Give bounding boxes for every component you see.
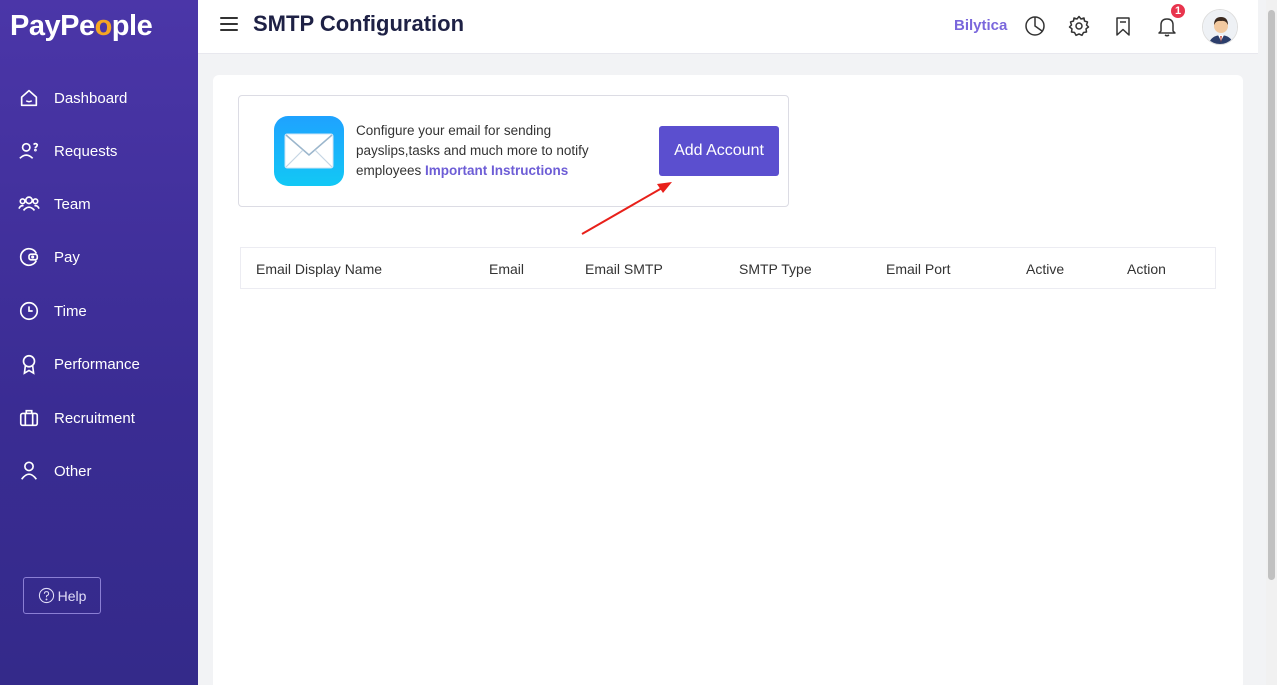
column-header-email[interactable]: Email (489, 261, 524, 277)
page-title: SMTP Configuration (253, 11, 465, 36)
main-content-card: Configure your email for sending payslip… (213, 75, 1243, 685)
sidebar: PayPeople Dashboard Requests Team Pay Ti… (0, 0, 198, 685)
info-text: Configure your email for sending payslip… (356, 121, 626, 181)
sidebar-item-performance[interactable]: Performance (18, 349, 188, 379)
sidebar-item-label: Time (54, 302, 87, 320)
scrollbar-thumb[interactable] (1268, 10, 1275, 580)
add-account-button[interactable]: Add Account (659, 126, 779, 176)
avatar[interactable] (1202, 9, 1238, 45)
column-header-smtp-type[interactable]: SMTP Type (739, 261, 812, 277)
home-icon (20, 89, 38, 107)
sidebar-item-label: Performance (54, 355, 140, 373)
hamburger-menu-icon[interactable] (220, 17, 238, 35)
sidebar-item-dashboard[interactable]: Dashboard (18, 83, 188, 113)
team-icon (18, 196, 40, 211)
column-header-active[interactable]: Active (1026, 261, 1064, 277)
help-button[interactable]: Help (23, 577, 101, 614)
company-name[interactable]: Bilytica (954, 17, 1007, 34)
sidebar-item-label: Team (54, 195, 91, 213)
column-header-action[interactable]: Action (1127, 261, 1166, 277)
briefcase-icon (19, 409, 39, 427)
bookmark-icon[interactable] (1111, 14, 1135, 38)
sidebar-item-requests[interactable]: Requests (18, 136, 188, 166)
notification-badge: 1 (1169, 2, 1187, 20)
sidebar-item-label: Pay (54, 248, 80, 266)
sidebar-item-pay[interactable]: Pay (18, 242, 188, 272)
smtp-accounts-table: Email Display Name Email Email SMTP SMTP… (240, 247, 1216, 289)
sidebar-item-label: Other (54, 462, 92, 480)
clock-icon (19, 301, 39, 321)
column-header-email-display-name[interactable]: Email Display Name (256, 261, 382, 277)
sidebar-item-other[interactable]: Other (18, 456, 188, 486)
sidebar-item-label: Recruitment (54, 409, 135, 427)
top-bar: SMTP Configuration Bilytica 1 (198, 0, 1258, 54)
mail-app-icon (274, 116, 344, 186)
column-header-email-smtp[interactable]: Email SMTP (585, 261, 663, 277)
gear-icon[interactable] (1067, 14, 1091, 38)
sidebar-item-label: Requests (54, 142, 118, 160)
important-instructions-link[interactable]: Important Instructions (425, 163, 568, 178)
award-icon (22, 354, 36, 375)
user-icon (20, 461, 38, 480)
sidebar-item-recruitment[interactable]: Recruitment (18, 403, 188, 433)
email-config-info-box: Configure your email for sending payslip… (238, 95, 789, 235)
pie-chart-icon[interactable] (1023, 14, 1047, 38)
wallet-icon (19, 247, 39, 267)
column-header-email-port[interactable]: Email Port (886, 261, 951, 277)
help-label: Help (57, 587, 87, 604)
requests-icon (19, 142, 39, 159)
sidebar-item-team[interactable]: Team (18, 189, 188, 219)
app-logo[interactable]: PayPeople (10, 10, 153, 43)
help-icon (38, 587, 54, 604)
red-arrow-annotation (581, 182, 672, 235)
page-scrollbar[interactable] (1266, 0, 1277, 685)
sidebar-item-label: Dashboard (54, 89, 128, 107)
sidebar-item-time[interactable]: Time (18, 296, 188, 326)
